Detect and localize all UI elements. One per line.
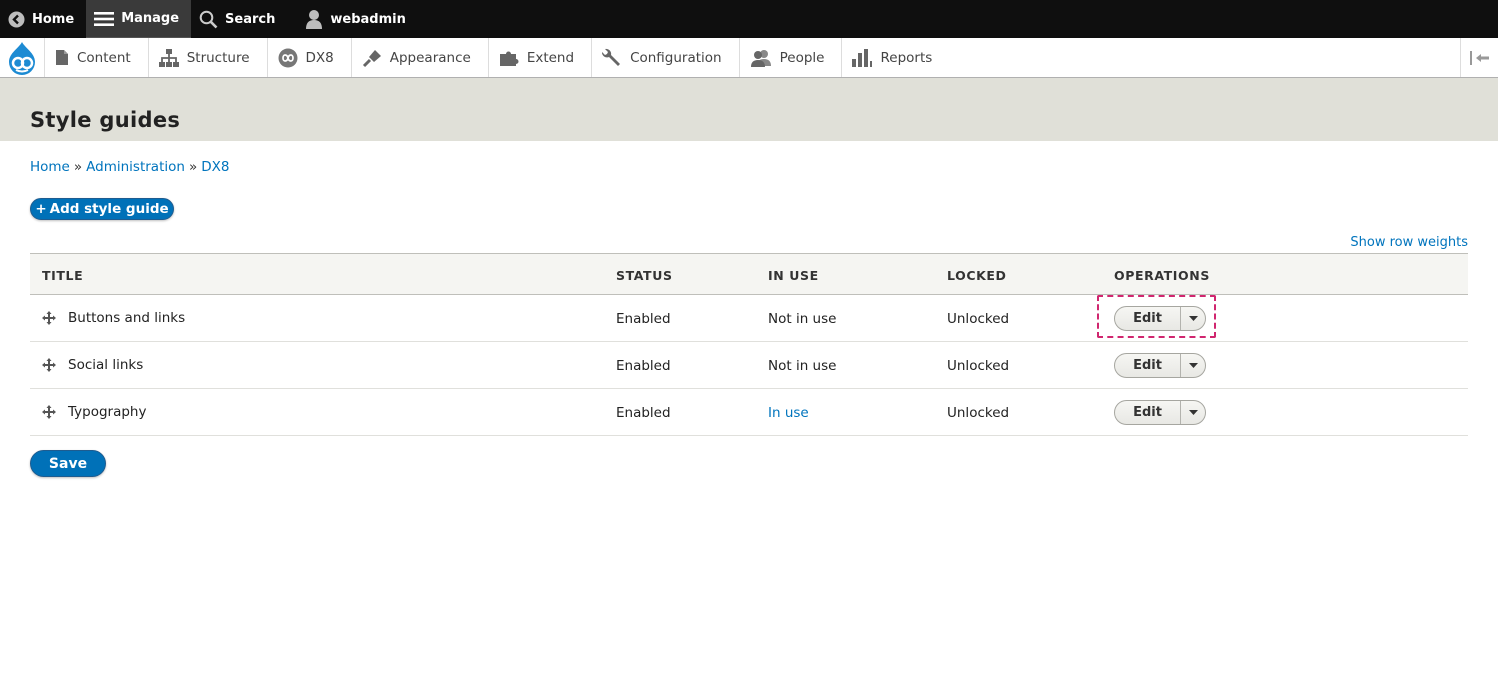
row-title: Social links — [68, 357, 144, 373]
row-locked: Unlocked — [947, 311, 1010, 327]
collapse-tray-icon[interactable] — [1460, 38, 1498, 77]
menu-item-extend[interactable]: Extend — [487, 38, 591, 77]
paintbrush-icon — [362, 48, 382, 68]
row-locked: Unlocked — [947, 405, 1010, 421]
toolbar-manage-label: Manage — [121, 11, 180, 26]
toolbar-home-link[interactable]: Home — [0, 0, 86, 38]
toolbar-user-label: webadmin — [330, 11, 406, 27]
infinity-icon — [278, 48, 298, 68]
table-row: Social links Enabled Not in use Unlocked… — [30, 342, 1468, 389]
breadcrumb-separator: » — [73, 159, 83, 175]
page-icon — [55, 49, 69, 66]
breadcrumb: Home» Administration» DX8 — [30, 159, 229, 175]
operations-dropbutton: Edit — [1114, 353, 1206, 378]
menu-item-label: Appearance — [389, 49, 471, 66]
hamburger-icon — [94, 11, 115, 27]
row-status: Enabled — [616, 405, 671, 421]
wrench-icon — [602, 48, 622, 68]
chevron-down-icon[interactable] — [1181, 401, 1205, 424]
row-in-use: Not in use — [768, 358, 837, 374]
row-title: Buttons and links — [68, 310, 186, 326]
hierarchy-icon — [158, 48, 179, 67]
menu-item-label: People — [779, 49, 825, 66]
menu-item-label: Extend — [526, 49, 575, 66]
row-status: Enabled — [616, 311, 671, 327]
drag-handle-icon[interactable] — [42, 404, 56, 423]
highlight-annotation — [1097, 295, 1216, 338]
toolbar-manage-tab[interactable]: Manage — [86, 0, 192, 38]
table-header: TITLE STATUS IN USE LOCKED OPERATIONS — [30, 253, 1468, 295]
menu-item-reports[interactable]: Reports — [841, 38, 949, 77]
user-icon — [305, 9, 323, 29]
save-button[interactable]: Save — [30, 450, 106, 477]
back-arrow-icon — [8, 11, 25, 28]
people-icon — [750, 49, 772, 67]
drupal-logo-icon[interactable] — [0, 38, 44, 77]
menu-item-label: Configuration — [630, 49, 722, 66]
style-guides-table: TITLE STATUS IN USE LOCKED OPERATIONS Bu… — [30, 253, 1468, 436]
row-title: Typography — [68, 404, 147, 420]
puzzle-icon — [499, 49, 519, 67]
edit-button[interactable]: Edit — [1115, 354, 1181, 377]
menu-item-structure[interactable]: Structure — [147, 38, 267, 77]
menu-item-label: DX8 — [305, 49, 334, 66]
add-style-guide-label: Add style guide — [49, 201, 169, 217]
menu-item-people[interactable]: People — [738, 38, 842, 77]
plus-icon: + — [35, 201, 47, 217]
admin-menu-tray: Content Structure DX8 Appearance Extend … — [0, 38, 1498, 78]
admin-toolbar: Home Manage Search webadmin — [0, 0, 1498, 38]
page-title: Style guides — [30, 108, 181, 132]
menu-item-appearance[interactable]: Appearance — [350, 38, 488, 77]
menu-item-label: Reports — [880, 49, 933, 66]
show-row-weights-link[interactable]: Show row weights — [1350, 235, 1468, 250]
menu-item-configuration[interactable]: Configuration — [591, 38, 739, 77]
menu-item-label: Structure — [186, 49, 250, 66]
bar-chart-icon — [852, 48, 873, 67]
column-header-locked: LOCKED — [947, 268, 1007, 283]
add-style-guide-button[interactable]: + Add style guide — [30, 198, 174, 220]
breadcrumb-dx8-link[interactable]: DX8 — [201, 159, 229, 175]
search-icon — [199, 10, 218, 29]
breadcrumb-separator: » — [188, 159, 198, 175]
menu-item-content[interactable]: Content — [44, 38, 148, 77]
column-header-status: STATUS — [616, 268, 673, 283]
column-header-operations: OPERATIONS — [1114, 268, 1210, 283]
operations-dropbutton: Edit — [1114, 400, 1206, 425]
breadcrumb-administration-link[interactable]: Administration — [86, 159, 185, 175]
menu-item-dx8[interactable]: DX8 — [266, 38, 351, 77]
toolbar-user-tab[interactable]: webadmin — [287, 0, 417, 38]
chevron-down-icon[interactable] — [1181, 354, 1205, 377]
edit-button[interactable]: Edit — [1115, 401, 1181, 424]
column-header-title: TITLE — [42, 268, 84, 283]
drag-handle-icon[interactable] — [42, 310, 56, 329]
toolbar-search-tab[interactable]: Search — [191, 0, 287, 38]
row-locked: Unlocked — [947, 358, 1010, 374]
toolbar-search-label: Search — [225, 11, 276, 27]
drag-handle-icon[interactable] — [42, 357, 56, 376]
row-in-use: Not in use — [768, 311, 837, 327]
breadcrumb-home-link[interactable]: Home — [30, 159, 70, 175]
row-status: Enabled — [616, 358, 671, 374]
menu-item-label: Content — [77, 49, 131, 66]
table-row: Typography Enabled In use Unlocked Edit — [30, 389, 1468, 436]
row-in-use-link[interactable]: In use — [768, 405, 809, 421]
column-header-in-use: IN USE — [768, 268, 819, 283]
toolbar-home-label: Home — [32, 11, 75, 27]
page-header — [0, 78, 1498, 141]
table-row: Buttons and links Enabled Not in use Unl… — [30, 295, 1468, 342]
